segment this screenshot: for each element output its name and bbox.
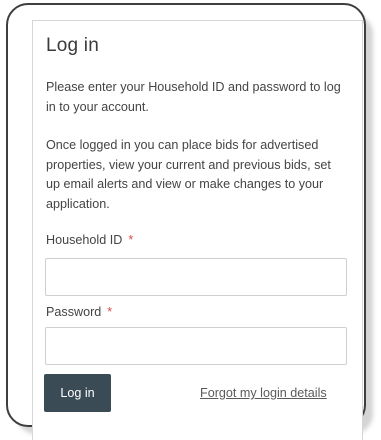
description-text: Once logged in you can place bids for ad…	[46, 138, 331, 211]
password-label: Password *	[46, 305, 112, 319]
forgot-login-link[interactable]: Forgot my login details	[200, 386, 327, 400]
household-id-input[interactable]	[45, 258, 347, 296]
page-title: Log in	[46, 35, 99, 56]
household-id-label-text: Household ID	[46, 233, 123, 247]
intro-text: Please enter your Household ID and passw…	[46, 80, 341, 114]
required-marker: *	[107, 305, 113, 319]
password-input[interactable]	[45, 327, 347, 365]
household-id-label: Household ID *	[46, 233, 133, 247]
required-marker: *	[128, 233, 134, 247]
login-button[interactable]: Log in	[44, 374, 111, 412]
password-label-text: Password	[46, 305, 102, 319]
